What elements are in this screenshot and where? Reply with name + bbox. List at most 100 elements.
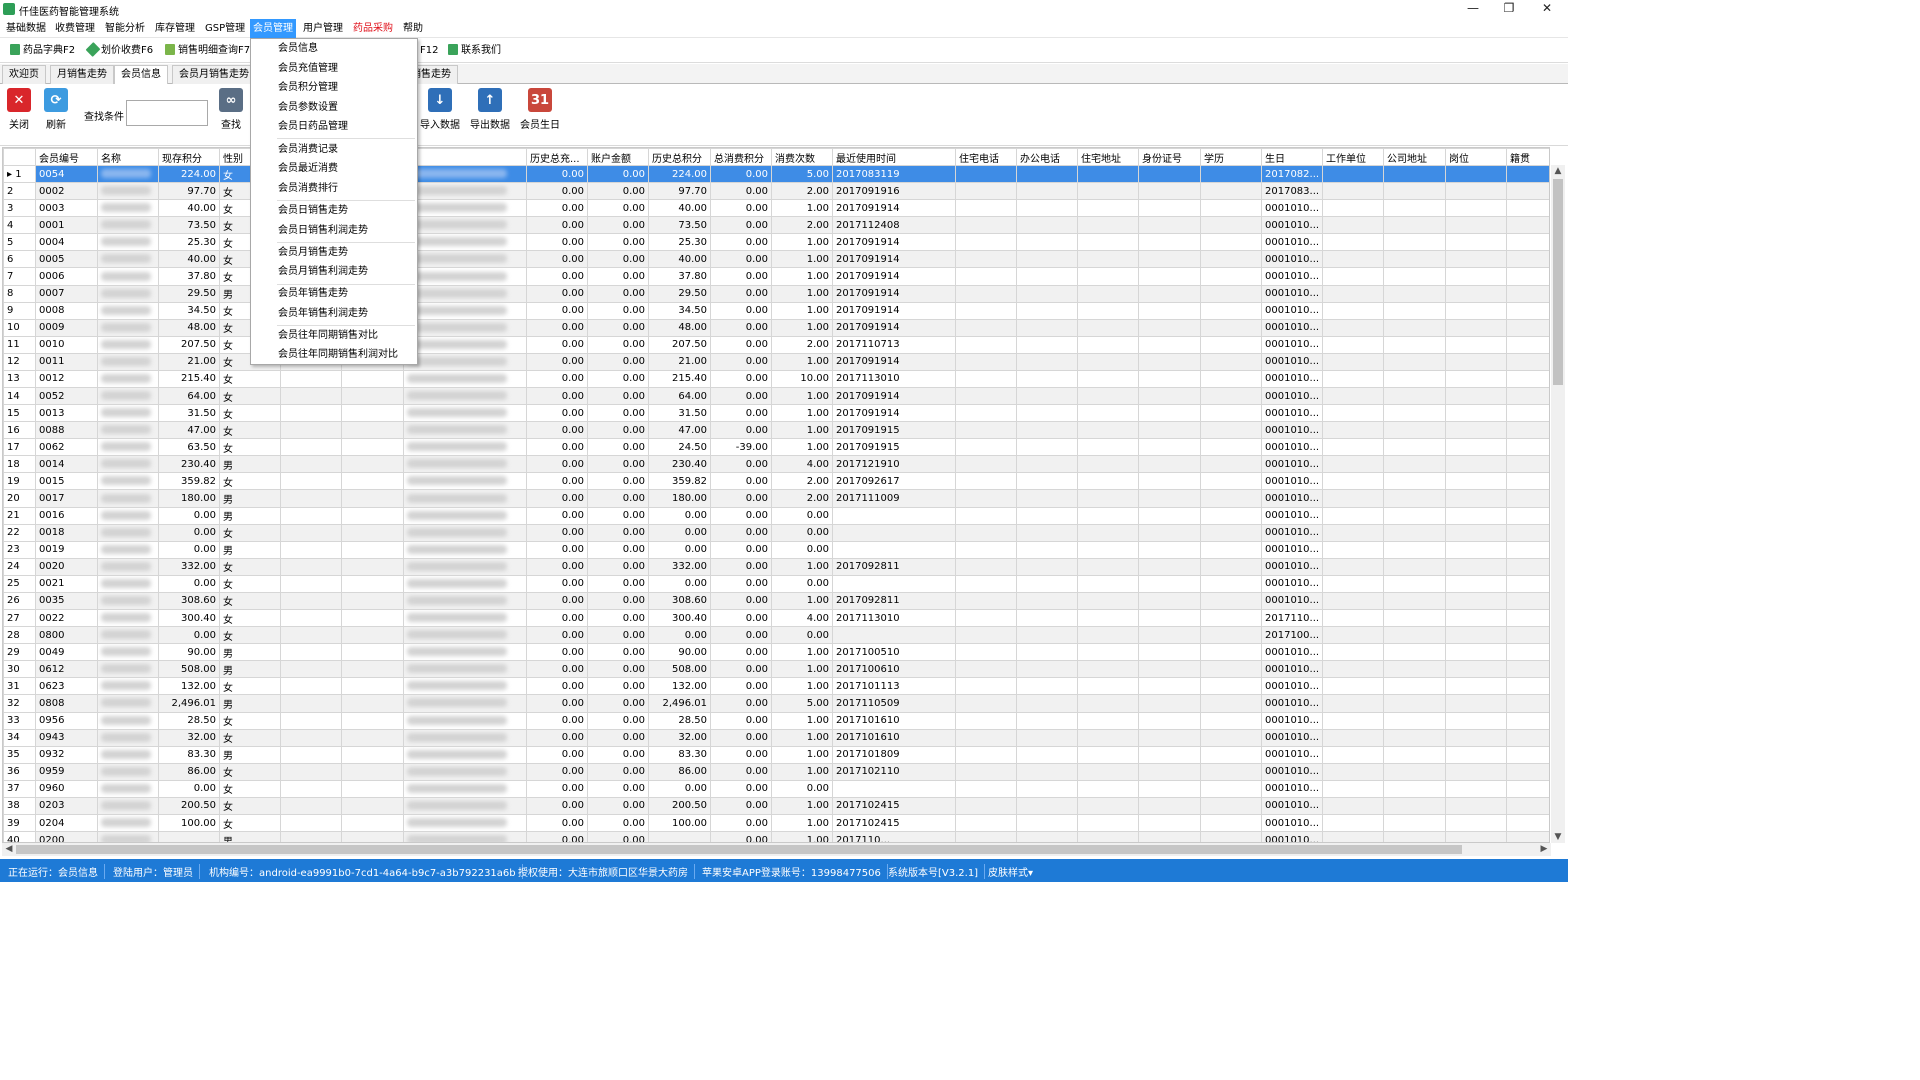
- column-header[interactable]: 机: [403, 148, 527, 166]
- table-row[interactable]: 34 0943 32.00 女 0.00 0.00 32.00 0.00 1.00 2017101…: [3, 728, 1549, 747]
- column-header[interactable]: 办公电话: [1016, 148, 1078, 166]
- column-header[interactable]: 住宅地址: [1077, 148, 1139, 166]
- close-button[interactable]: ✕ 关闭: [7, 88, 31, 131]
- table-row[interactable]: 14 0052 64.00 女 0.00 0.00 64.00 0.00 1.00 2017091…: [3, 387, 1549, 406]
- minimize-button[interactable]: —: [1455, 0, 1491, 19]
- tab-welcome[interactable]: 欢迎页: [2, 65, 46, 84]
- table-row[interactable]: 19 0015 359.82 女 0.00 0.00 359.82 0.00 2.00 20170…: [3, 472, 1549, 491]
- menu-item-day-sales[interactable]: 会员日销售走势: [278, 201, 348, 220]
- table-row[interactable]: 38 0203 200.50 女 0.00 0.00 200.50 0.00 1.00 20171…: [3, 796, 1549, 815]
- quick-f12[interactable]: F12: [420, 43, 438, 59]
- table-row[interactable]: 23 0019 0.00 男 0.00 0.00 0.00 0.00 0.00 0001010..…: [3, 540, 1549, 559]
- member-grid[interactable]: 会员编号名称现存积分性别机历史总充...账户金额历史总积分总消费积分消费次数最近…: [2, 147, 1550, 843]
- table-row[interactable]: 21 0016 0.00 男 0.00 0.00 0.00 0.00 0.00 0001010..…: [3, 506, 1549, 525]
- menu-item-day-profit[interactable]: 会员日销售利润走势: [278, 221, 368, 240]
- column-header[interactable]: 现存积分: [158, 148, 220, 166]
- menu-analysis[interactable]: 智能分析: [102, 19, 148, 38]
- table-row[interactable]: 10 0009 48.00 女 0.00 0.00 48.00 0.00 1.00 2017091…: [3, 318, 1549, 337]
- column-header[interactable]: 学历: [1200, 148, 1262, 166]
- table-row[interactable]: 2 0002 97.70 女 0.00 0.00 97.70 0.00 2.00 20170919…: [3, 182, 1549, 201]
- table-row[interactable]: 28 0800 0.00 女 0.00 0.00 0.00 0.00 0.00 2017100..…: [3, 626, 1549, 645]
- menu-item-month-profit[interactable]: 会员月销售利润走势: [278, 262, 368, 281]
- table-row[interactable]: 15 0013 31.50 女 0.00 0.00 31.50 0.00 1.00 2017091…: [3, 404, 1549, 423]
- table-row[interactable]: 11 0010 207.50 女 0.00 0.00 207.50 0.00 2.00 20171…: [3, 335, 1549, 354]
- horizontal-scroll-thumb[interactable]: [16, 845, 1462, 854]
- quick-sales-detail[interactable]: 销售明细查询F7: [165, 43, 250, 59]
- column-header[interactable]: 住宅电话: [955, 148, 1017, 166]
- table-row[interactable]: 3 0003 40.00 女 0.00 0.00 40.00 0.00 1.00 20170919…: [3, 199, 1549, 218]
- table-row[interactable]: 31 0623 132.00 女 0.00 0.00 132.00 0.00 1.00 20171…: [3, 677, 1549, 696]
- column-header[interactable]: 历史总充...: [526, 148, 588, 166]
- table-row[interactable]: 27 0022 300.40 女 0.00 0.00 300.40 0.00 4.00 20171…: [3, 609, 1549, 628]
- table-row[interactable]: 29 0049 90.00 男 0.00 0.00 90.00 0.00 1.00 2017100…: [3, 643, 1549, 662]
- menu-basic-data[interactable]: 基础数据: [3, 19, 49, 38]
- restore-button[interactable]: ❐: [1491, 0, 1527, 19]
- find-button[interactable]: ∞ 查找: [219, 88, 243, 131]
- table-row[interactable]: 40 0200 男 0.00 0.00 0.00 1.00 2017110... 0001010…: [3, 831, 1549, 842]
- quick-pricing-charge[interactable]: 划价收费F6: [85, 42, 153, 59]
- scroll-right-icon[interactable]: ▶: [1537, 844, 1551, 854]
- table-row[interactable]: 24 0020 332.00 女 0.00 0.00 332.00 0.00 1.00 20170…: [3, 557, 1549, 576]
- menu-user[interactable]: 用户管理: [300, 19, 346, 38]
- scroll-left-icon[interactable]: ◀: [2, 844, 16, 854]
- column-header[interactable]: 消费次数: [771, 148, 833, 166]
- member-birthday-button[interactable]: 31 会员生日: [520, 88, 560, 131]
- table-row[interactable]: 8 0007 29.50 男 0.00 0.00 29.50 0.00 1.00 20170919…: [3, 284, 1549, 303]
- menu-item-yoy-profit[interactable]: 会员往年同期销售利润对比: [278, 345, 398, 364]
- column-header[interactable]: 历史总积分: [648, 148, 711, 166]
- table-row[interactable]: 17 0062 63.50 女 0.00 0.00 24.50 -39.00 1.00 20170…: [3, 438, 1549, 457]
- skin-style-menu[interactable]: 皮肤样式▾: [988, 864, 1039, 879]
- tab-member-info[interactable]: 会员信息: [114, 65, 168, 85]
- table-row[interactable]: 33 0956 28.50 女 0.00 0.00 28.50 0.00 1.00 2017101…: [3, 711, 1549, 730]
- column-header[interactable]: 账户金额: [587, 148, 649, 166]
- menu-item-recharge[interactable]: 会员充值管理: [278, 59, 338, 78]
- column-header[interactable]: 名称: [97, 148, 159, 166]
- quick-drug-dictionary[interactable]: 药品字典F2: [10, 43, 75, 59]
- table-row[interactable]: 39 0204 100.00 女 0.00 0.00 100.00 0.00 1.00 20171…: [3, 813, 1549, 833]
- table-row[interactable]: 12 0011 21.00 女 0.00 0.00 21.00 0.00 1.00 2017091…: [3, 352, 1549, 371]
- menu-gsp[interactable]: GSP管理: [202, 19, 248, 38]
- table-row[interactable]: 6 0005 40.00 女 0.00 0.00 40.00 0.00 1.00 20170919…: [3, 250, 1549, 269]
- table-row[interactable]: 30 0612 508.00 男 0.00 0.00 508.00 0.00 1.00 20171…: [3, 660, 1549, 679]
- column-header[interactable]: 会员编号: [35, 148, 98, 166]
- table-row[interactable]: 9 0008 34.50 女 0.00 0.00 34.50 0.00 1.00 20170919…: [3, 301, 1549, 320]
- menu-help[interactable]: 帮助: [400, 19, 426, 38]
- menu-item-member-info[interactable]: 会员信息: [278, 39, 318, 58]
- vertical-scroll-thumb[interactable]: [1553, 179, 1563, 385]
- table-row[interactable]: 35 0932 83.30 男 0.00 0.00 83.30 0.00 1.00 2017101…: [3, 745, 1549, 764]
- close-window-button[interactable]: ✕: [1529, 0, 1565, 19]
- menu-purchase[interactable]: 药品采购: [350, 19, 396, 38]
- column-header[interactable]: 岗位: [1445, 148, 1507, 166]
- menu-item-yoy-sales[interactable]: 会员往年同期销售对比: [278, 326, 378, 345]
- import-button[interactable]: ↓ 导入数据: [420, 88, 460, 131]
- menu-inventory[interactable]: 库存管理: [152, 19, 198, 38]
- refresh-button[interactable]: ⟳ 刷新: [44, 88, 68, 131]
- quick-contact-us[interactable]: 联系我们: [448, 43, 501, 59]
- table-row[interactable]: 36 0959 86.00 女 0.00 0.00 86.00 0.00 1.00 2017102…: [3, 762, 1549, 781]
- tab-monthly-sales[interactable]: 月销售走势: [50, 65, 114, 84]
- table-row[interactable]: 18 0014 230.40 男 0.00 0.00 230.40 0.00 4.00 20171…: [3, 455, 1549, 474]
- menu-item-consume-rank[interactable]: 会员消费排行: [278, 179, 338, 198]
- column-header[interactable]: 工作单位: [1322, 148, 1384, 166]
- table-row[interactable]: 25 0021 0.00 女 0.00 0.00 0.00 0.00 0.00 0001010..…: [3, 574, 1549, 593]
- search-input[interactable]: [126, 100, 208, 126]
- table-row[interactable]: 32 0808 2,496.01 男 0.00 0.00 2,496.01 0.00 5.00 2…: [3, 694, 1549, 713]
- export-button[interactable]: ↑ 导出数据: [470, 88, 510, 131]
- scroll-up-icon[interactable]: ▲: [1551, 166, 1565, 176]
- vertical-scrollbar[interactable]: ▲ ▼: [1551, 165, 1565, 843]
- table-row[interactable]: 37 0960 0.00 女 0.00 0.00 0.00 0.00 0.00 0001010..…: [3, 779, 1549, 798]
- column-header[interactable]: 公司地址: [1383, 148, 1446, 166]
- column-header[interactable]: 生日: [1261, 148, 1323, 166]
- column-header[interactable]: 总消费积分: [710, 148, 772, 166]
- horizontal-scrollbar[interactable]: ◀ ▶: [2, 843, 1551, 856]
- column-header[interactable]: 最近使用时间: [832, 148, 956, 166]
- menu-charge[interactable]: 收费管理: [52, 19, 98, 38]
- menu-member[interactable]: 会员管理: [250, 19, 296, 38]
- table-row[interactable]: 13 0012 215.40 女 0.00 0.00 215.40 0.00 10.00 2017…: [3, 369, 1549, 389]
- table-row[interactable]: 22 0018 0.00 女 0.00 0.00 0.00 0.00 0.00 0001010..…: [3, 523, 1549, 542]
- table-row[interactable]: 20 0017 180.00 男 0.00 0.00 180.00 0.00 2.00 20171…: [3, 489, 1549, 508]
- table-row[interactable]: 4 0001 73.50 女 0.00 0.00 73.50 0.00 2.00 20171124…: [3, 216, 1549, 235]
- menu-item-recent-consume[interactable]: 会员最近消费: [278, 159, 338, 178]
- table-row[interactable]: 5 0004 25.30 女 0.00 0.00 25.30 0.00 1.00 20170919…: [3, 233, 1549, 252]
- menu-item-year-sales[interactable]: 会员年销售走势: [278, 284, 348, 303]
